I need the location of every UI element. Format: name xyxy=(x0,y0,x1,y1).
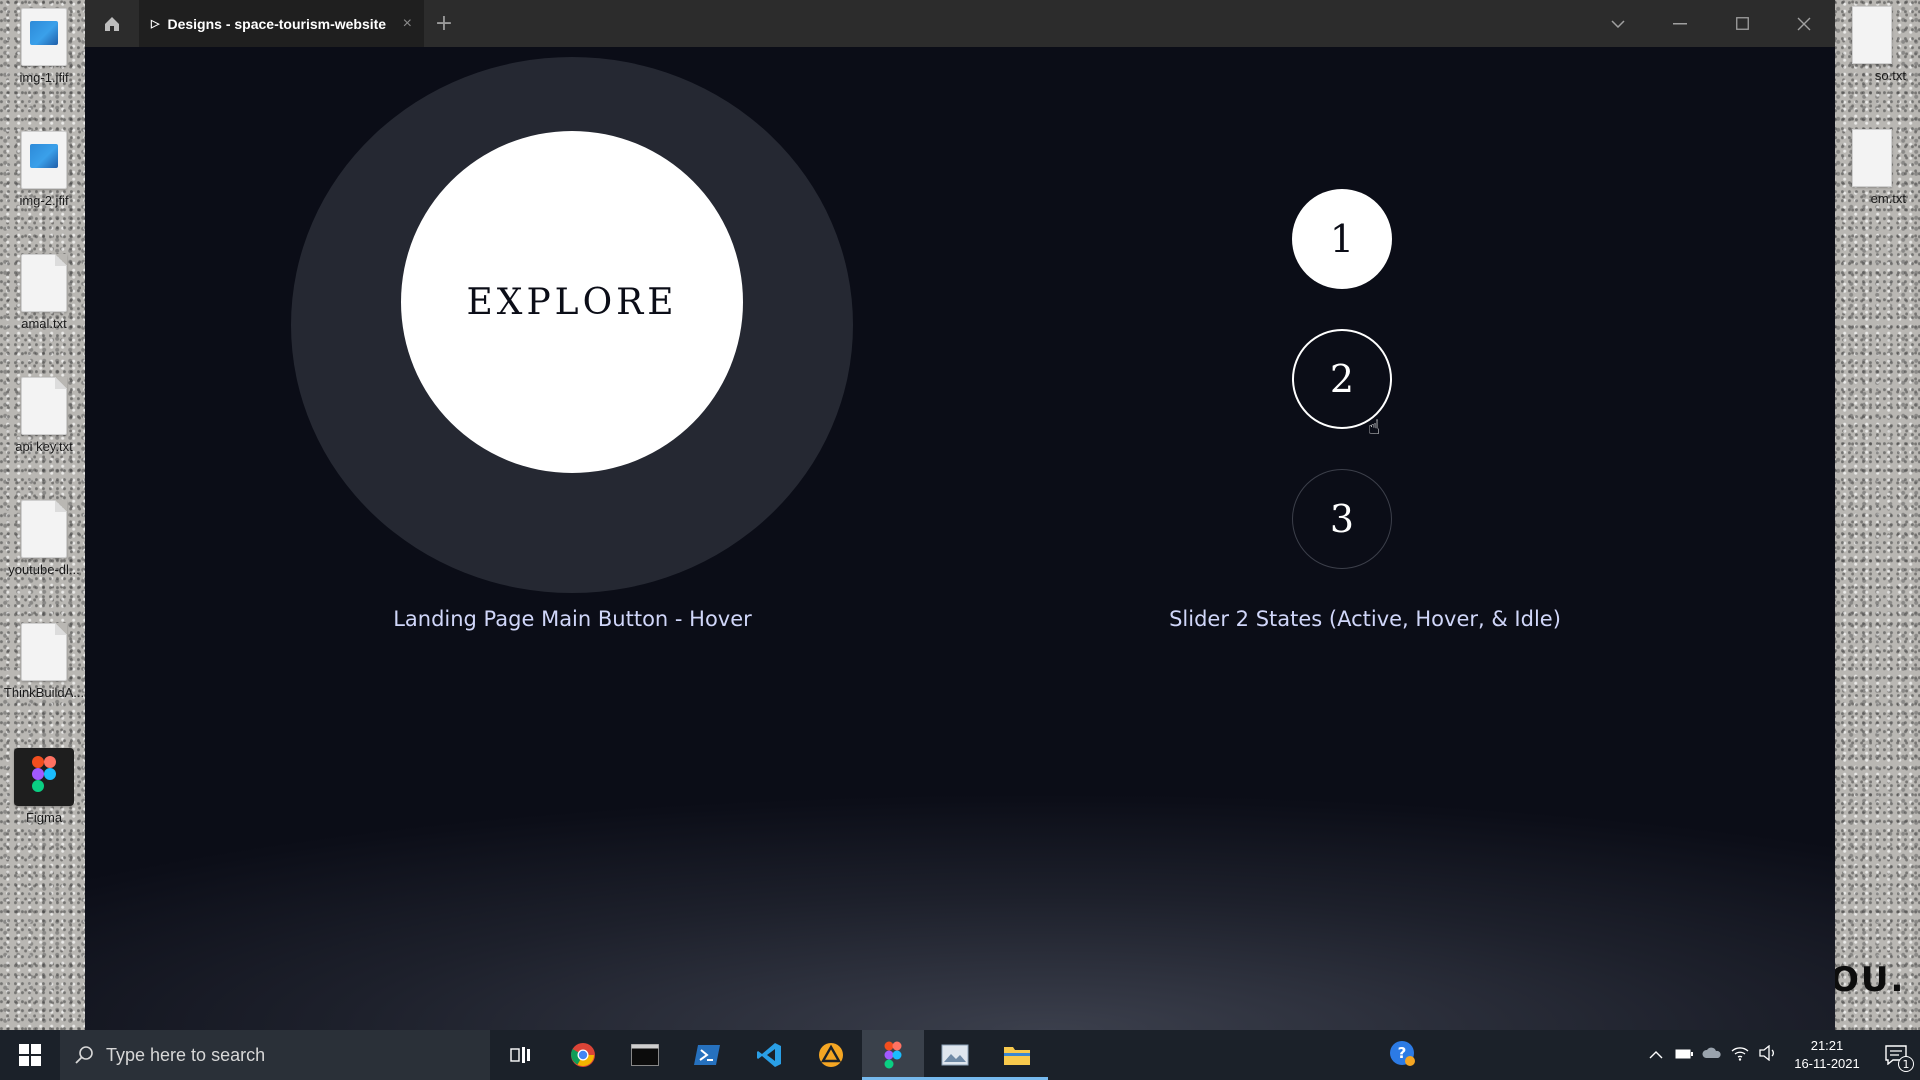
search-box[interactable]: Type here to search xyxy=(60,1030,490,1080)
desktop-icon-so[interactable]: so.txt xyxy=(1840,0,1906,100)
warning-app-icon xyxy=(819,1043,843,1067)
battery-tray[interactable] xyxy=(1670,1047,1698,1063)
prototype-canvas: EXPLORE Landing Page Main Button - Hover… xyxy=(85,47,1835,1030)
desktop-icon-label: img-1.jfif xyxy=(19,70,69,85)
desktop-icon-img-2[interactable]: img-2.jfif xyxy=(0,123,88,223)
desktop-icon-label: em.txt xyxy=(1870,191,1906,206)
svg-text:?: ? xyxy=(1398,1044,1407,1062)
minimize-button[interactable] xyxy=(1649,0,1711,47)
maximize-button[interactable] xyxy=(1711,0,1773,47)
windows-icon xyxy=(19,1044,41,1066)
text-file-icon xyxy=(21,500,67,558)
cloud-icon xyxy=(1702,1047,1721,1058)
desktop-icon-label: ThinkBuildA... xyxy=(3,685,85,700)
slider-dot-1[interactable]: 1 xyxy=(1292,189,1392,289)
new-tab-button[interactable]: + xyxy=(424,0,464,47)
taskbar-chrome[interactable] xyxy=(552,1030,614,1080)
search-placeholder: Type here to search xyxy=(106,1044,266,1065)
home-icon xyxy=(105,16,119,31)
image-file-icon xyxy=(21,131,67,189)
home-button[interactable] xyxy=(85,0,139,47)
notification-badge: 1 xyxy=(1898,1056,1914,1072)
desktop-icon-label: youtube-dl... xyxy=(8,562,80,577)
desktop-icon-amal[interactable]: amal.txt xyxy=(0,246,88,346)
slider-dot-3[interactable]: 3 xyxy=(1292,469,1392,569)
explore-button[interactable]: EXPLORE xyxy=(401,131,743,473)
tabs-dropdown-button[interactable] xyxy=(1587,0,1649,47)
close-tab-icon[interactable]: × xyxy=(403,15,412,33)
text-file-icon xyxy=(1852,6,1892,64)
network-tray[interactable] xyxy=(1726,1045,1754,1065)
desktop-icon-label: amal.txt xyxy=(21,316,67,331)
task-view-button[interactable] xyxy=(490,1030,552,1080)
system-tray: ? 21:21 16-11-2021 1 xyxy=(1048,1030,1920,1080)
start-button[interactable] xyxy=(0,1030,60,1080)
close-window-button[interactable] xyxy=(1773,0,1835,47)
taskbar: Type here to search ? 21:21 16-11-2021 1 xyxy=(0,1030,1920,1080)
tab-designs[interactable]: ▷ Designs - space-tourism-website × xyxy=(139,0,424,47)
slider-dot-2[interactable]: 2 xyxy=(1292,329,1392,429)
desktop-icon-label: so.txt xyxy=(1874,68,1906,83)
desktop-icon-thinkbuild[interactable]: ThinkBuildA... xyxy=(0,615,88,715)
image-file-icon xyxy=(21,8,67,66)
volume-tray[interactable] xyxy=(1754,1044,1782,1065)
title-bar: ▷ Designs - space-tourism-website × + xyxy=(85,0,1835,47)
desktop-icon-label: Figma xyxy=(25,810,63,825)
desktop-icon-img-1[interactable]: img-1.jfif xyxy=(0,0,88,100)
desktop-icon-label: api key.txt xyxy=(15,439,73,454)
taskbar-terminal[interactable] xyxy=(614,1030,676,1080)
photos-icon xyxy=(941,1044,969,1066)
chevron-down-icon xyxy=(1611,19,1625,28)
explore-caption: Landing Page Main Button - Hover xyxy=(393,607,752,631)
wallpaper-text: OU. xyxy=(1830,960,1906,1000)
figma-window: ▷ Designs - space-tourism-website × + EX… xyxy=(85,0,1835,1030)
taskbar-vscode[interactable] xyxy=(738,1030,800,1080)
terminal-icon xyxy=(631,1044,659,1066)
search-icon xyxy=(75,1046,93,1064)
clock-time: 21:21 xyxy=(1810,1038,1844,1053)
explore-label: EXPLORE xyxy=(466,281,678,323)
folder-icon xyxy=(1004,1047,1030,1065)
onedrive-tray[interactable] xyxy=(1698,1047,1726,1063)
desktop-icon-youtube-dl[interactable]: youtube-dl... xyxy=(0,492,88,592)
clock[interactable]: 21:21 16-11-2021 xyxy=(1782,1037,1872,1073)
chrome-icon xyxy=(571,1043,595,1067)
text-file-icon xyxy=(21,254,67,312)
slider-caption: Slider 2 States (Active, Hover, & Idle) xyxy=(1169,607,1561,631)
text-file-icon xyxy=(21,377,67,435)
desktop-icon-em[interactable]: em.txt xyxy=(1840,123,1906,223)
clock-date: 16-11-2021 xyxy=(1794,1056,1860,1071)
text-file-icon xyxy=(1852,129,1892,187)
maximize-icon xyxy=(1735,17,1749,30)
desktop-icon-figma[interactable]: Figma xyxy=(0,740,88,840)
taskbar-vlc[interactable] xyxy=(800,1030,862,1080)
taskbar-photos[interactable] xyxy=(924,1030,986,1080)
figma-icon xyxy=(14,748,74,806)
taskbar-figma[interactable] xyxy=(862,1030,924,1080)
text-file-icon xyxy=(21,623,67,681)
desktop-icon-label: img-2.jfif xyxy=(19,193,69,208)
vscode-icon xyxy=(757,1043,781,1067)
minimize-icon xyxy=(1673,22,1687,24)
powershell-icon xyxy=(694,1045,720,1065)
notification-center-button[interactable]: 1 xyxy=(1872,1030,1920,1080)
tab-title: Designs - space-tourism-website xyxy=(167,15,387,32)
help-icon: ? xyxy=(1390,1041,1415,1066)
desktop-icon-api-key[interactable]: api key.txt xyxy=(0,369,88,469)
show-hidden-icons[interactable] xyxy=(1642,1047,1670,1063)
help-app-tray[interactable]: ? xyxy=(1362,1039,1442,1071)
wifi-icon xyxy=(1731,1047,1749,1061)
taskbar-file-explorer[interactable] xyxy=(986,1030,1048,1080)
taskbar-powershell[interactable] xyxy=(676,1030,738,1080)
play-icon: ▷ xyxy=(151,18,160,30)
figma-icon xyxy=(884,1041,902,1069)
chevron-up-icon xyxy=(1649,1051,1663,1059)
hand-cursor-icon: ☝ xyxy=(1368,415,1381,439)
speaker-icon xyxy=(1759,1044,1774,1062)
task-view-icon xyxy=(510,1047,530,1063)
battery-icon xyxy=(1675,1049,1693,1059)
close-icon xyxy=(1797,17,1811,30)
